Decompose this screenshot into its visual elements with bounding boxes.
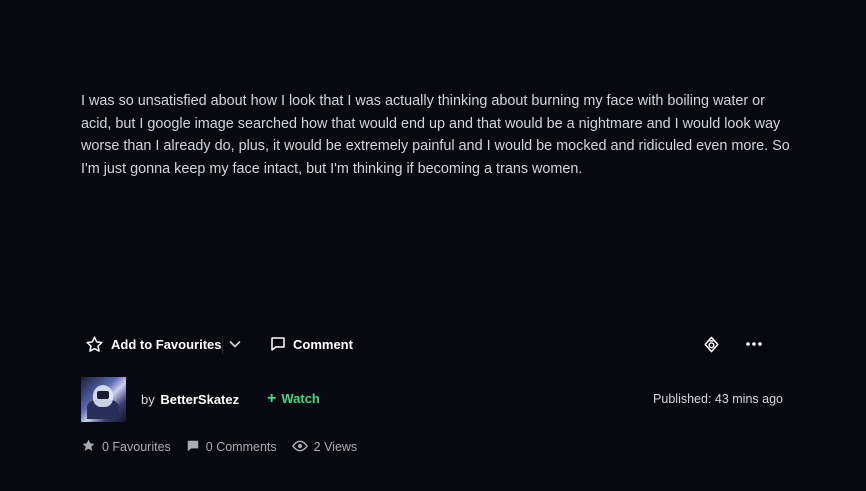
comments-stat: 0 Comments — [186, 439, 277, 456]
chevron-down-icon — [228, 337, 242, 351]
eye-icon — [291, 438, 314, 457]
avatar[interactable] — [81, 377, 126, 422]
stats-row: 0 Favourites 0 Comments 2 Views — [81, 437, 372, 457]
action-bar: Add to Favourites Comment — [81, 330, 781, 358]
comment-button[interactable]: Comment — [269, 330, 353, 358]
more-options-button[interactable] — [745, 330, 763, 358]
comment-label: Comment — [293, 336, 353, 352]
by-prefix: by — [141, 392, 155, 407]
comment-icon — [269, 335, 287, 353]
star-icon — [81, 438, 102, 456]
favourites-count: 0 Favourites — [102, 440, 171, 454]
favourites-stat: 0 Favourites — [81, 438, 171, 456]
views-count: 2 Views — [313, 440, 358, 454]
published-timestamp: Published: 43 mins ago — [653, 392, 783, 406]
plus-icon: + — [267, 390, 277, 407]
badge-icon — [702, 335, 721, 354]
author-username-link[interactable]: BetterSkatez — [160, 392, 239, 407]
add-to-favourites-label: Add to Favourites — [111, 336, 222, 352]
author-byline: by BetterSkatez — [141, 392, 239, 407]
views-stat: 2 Views — [291, 438, 358, 457]
more-icon — [745, 335, 763, 353]
favourites-dropdown-button[interactable] — [223, 330, 247, 358]
give-badge-button[interactable] — [702, 330, 721, 358]
comment-small-icon — [186, 439, 206, 456]
star-outline-icon — [85, 335, 104, 354]
comments-count: 0 Comments — [205, 440, 277, 454]
author-row: by BetterSkatez + Watch Published: 43 mi… — [81, 376, 783, 422]
watch-label: Watch — [281, 391, 320, 406]
post-body: I was so unsatisfied about how I look th… — [81, 93, 790, 177]
watch-button[interactable]: + Watch — [267, 390, 320, 407]
add-to-favourites-button[interactable]: Add to Favourites — [85, 330, 222, 358]
